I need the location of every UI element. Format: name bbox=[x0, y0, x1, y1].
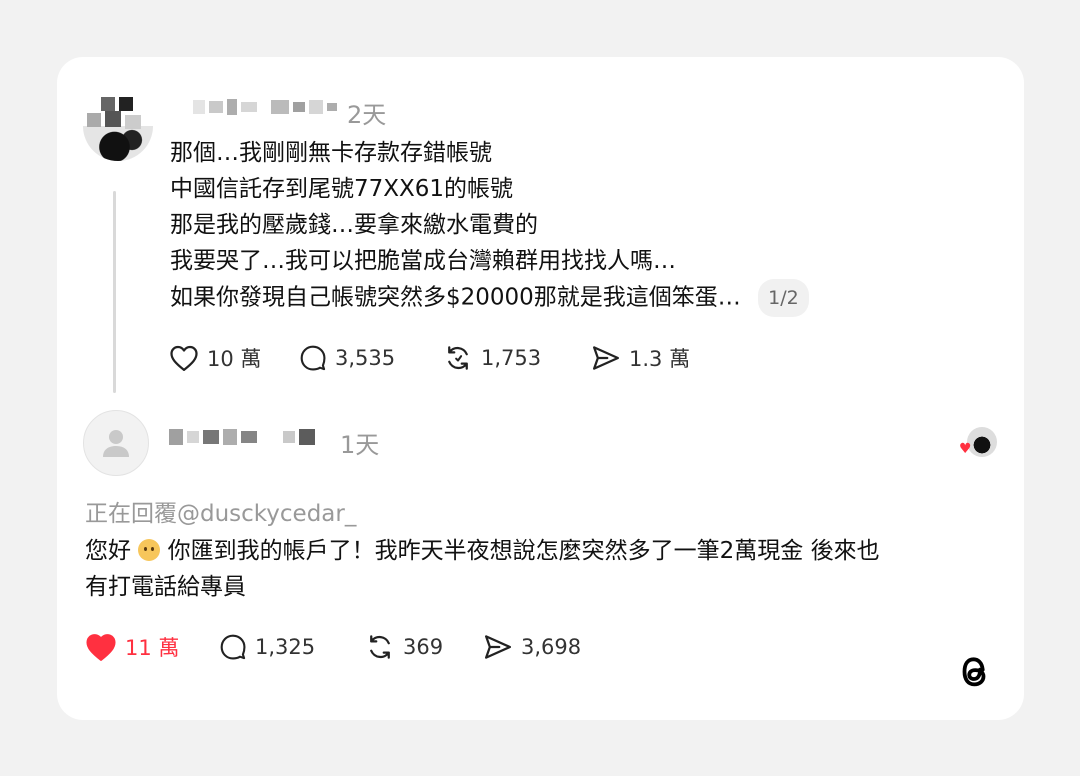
repost-icon bbox=[448, 346, 468, 370]
user-placeholder-icon bbox=[103, 430, 129, 457]
reply-line: 你匯到我的帳戶了！我昨天半夜想說怎麼突然多了一筆2萬現金 後來也 bbox=[167, 538, 880, 564]
like-button[interactable]: 10 萬 bbox=[169, 343, 299, 373]
share-button[interactable]: 1.3 萬 bbox=[591, 343, 690, 373]
heart-filled-icon bbox=[86, 634, 116, 661]
post-line: 那個…我剛剛無卡存款存錯帳號 bbox=[170, 140, 492, 166]
repost-icon bbox=[370, 635, 390, 659]
post-line: 如果你發現自己帳號突然多$20000那就是我這個笨蛋… bbox=[170, 284, 741, 311]
comment-button[interactable]: 3,535 bbox=[299, 344, 443, 372]
share-count: 1.3 萬 bbox=[629, 347, 691, 371]
post-author-name[interactable] bbox=[193, 99, 337, 115]
replying-to-label: 正在回覆@dusckycedar_ bbox=[85, 501, 357, 527]
repost-count: 1,753 bbox=[481, 346, 542, 370]
smiling-face-emoji-icon bbox=[138, 539, 161, 561]
post-line: 中國信託存到尾號77XX61的帳號 bbox=[170, 176, 514, 202]
reply-author-avatar[interactable] bbox=[83, 410, 149, 476]
comment-button[interactable]: 1,325 bbox=[219, 633, 365, 661]
post-line: 我要哭了…我可以把脆當成台灣賴群用找找人嗎… bbox=[170, 248, 676, 274]
heart-icon bbox=[170, 345, 198, 371]
share-button[interactable]: 3,698 bbox=[483, 633, 581, 661]
repost-count: 369 bbox=[403, 635, 444, 659]
repost-button[interactable]: 369 bbox=[365, 632, 483, 662]
post-body: 那個…我剛剛無卡存款存錯帳號 中國信託存到尾號77XX61的帳號 那是我的壓歲錢… bbox=[170, 135, 809, 317]
reply-line: 您好 bbox=[85, 538, 131, 564]
reply-action-bar: 11 萬 1,325 369 3,698 bbox=[85, 632, 581, 662]
share-icon bbox=[485, 635, 511, 659]
reply-time: 1天 bbox=[340, 431, 380, 459]
reply-line: 有打電話給專員 bbox=[85, 574, 246, 600]
like-button[interactable]: 11 萬 bbox=[85, 632, 219, 662]
reply-author-name[interactable] bbox=[169, 429, 315, 445]
comment-count: 1,325 bbox=[255, 635, 316, 659]
share-count: 3,698 bbox=[521, 635, 582, 659]
threads-card: 2天 那個…我剛剛無卡存款存錯帳號 中國信託存到尾號77XX61的帳號 那是我的… bbox=[57, 57, 1024, 720]
post-action-bar: 10 萬 3,535 1,753 1.3 萬 bbox=[169, 343, 690, 373]
like-count: 11 萬 bbox=[125, 636, 180, 660]
liked-by-author-heart-icon: ♥ bbox=[959, 441, 972, 457]
threads-logo-icon bbox=[955, 651, 993, 703]
post-author-avatar[interactable] bbox=[83, 91, 153, 161]
like-count: 10 萬 bbox=[207, 347, 262, 371]
thread-connector-line bbox=[113, 191, 116, 393]
post-line: 那是我的壓歲錢…要拿來繳水電費的 bbox=[170, 212, 538, 238]
reply-body: 您好 你匯到我的帳戶了！我昨天半夜想說怎麼突然多了一筆2萬現金 後來也 有打電話… bbox=[85, 533, 995, 605]
page-indicator-badge[interactable]: 1/2 bbox=[758, 279, 809, 317]
repost-button[interactable]: 1,753 bbox=[443, 343, 591, 373]
comment-icon bbox=[300, 345, 326, 371]
comment-count: 3,535 bbox=[335, 346, 396, 370]
post-time: 2天 bbox=[347, 101, 387, 129]
comment-icon bbox=[220, 634, 246, 660]
share-icon bbox=[593, 346, 619, 370]
